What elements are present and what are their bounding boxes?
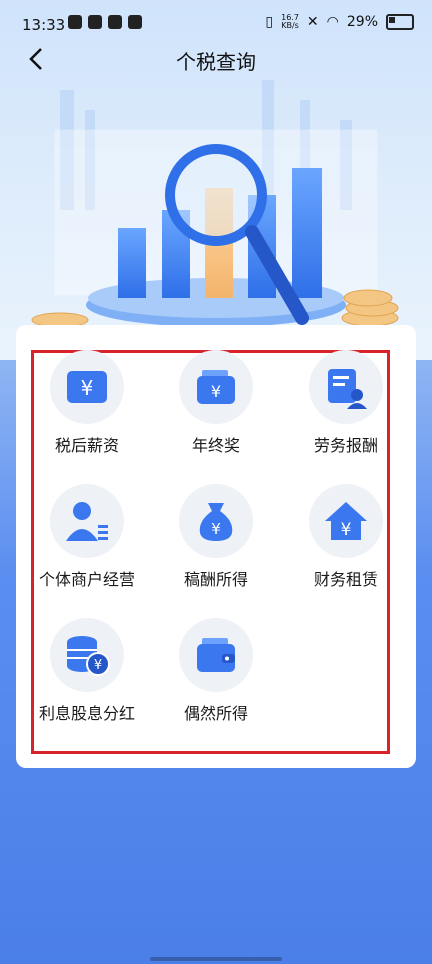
battery-icon: [386, 14, 414, 30]
app-notification-icon: [128, 15, 142, 29]
grid-item-author-remuneration[interactable]: ¥ 稿酬所得: [146, 484, 286, 590]
svg-text:¥: ¥: [94, 658, 102, 673]
net-speed: 16.7 KB/s: [281, 14, 299, 30]
person-business-icon: [66, 502, 108, 541]
status-bar: 13:33 ▯ 16.7 KB/s ✕ ◠ 29%: [0, 0, 432, 44]
grid-item-label: 年终奖: [191, 436, 240, 455]
grid-item-interest-dividend[interactable]: ¥ 利息股息分红: [17, 618, 157, 724]
home-indicator: [150, 957, 282, 961]
item-icon-circle: [179, 618, 253, 692]
grid-item-after-tax-salary[interactable]: ¥ 税后薪资: [17, 350, 157, 456]
vibrate-icon: ▯: [265, 14, 274, 30]
item-icon-circle: [50, 484, 124, 558]
money-bag-icon: ¥: [199, 503, 233, 541]
svg-text:¥: ¥: [211, 382, 221, 401]
battery-percent: 29%: [346, 14, 378, 30]
item-icon-circle: [309, 350, 383, 424]
grid-item-label: 偶然所得: [183, 704, 248, 723]
app-notification-icon: [88, 15, 102, 29]
grid-item-label: 个体商户经营: [38, 570, 135, 589]
status-time: 13:33: [22, 16, 66, 34]
grid-item-property-lease[interactable]: ¥ 财务租赁: [276, 484, 416, 590]
grid-item-incidental-income[interactable]: 偶然所得: [146, 618, 286, 724]
grid-item-label: 财务租赁: [313, 570, 378, 589]
worker-document-icon: [328, 369, 367, 409]
yen-briefcase-icon: ¥: [67, 371, 107, 403]
app-notification-icon: [68, 15, 82, 29]
grid-item-label: 劳务报酬: [313, 436, 378, 455]
house-yen-icon: ¥: [325, 502, 367, 540]
grid-item-individual-business[interactable]: 个体商户经营: [17, 484, 157, 590]
wifi-icon: ◠: [326, 14, 339, 30]
grid-item-label: 利息股息分红: [38, 704, 135, 723]
status-right: ▯ 16.7 KB/s ✕ ◠ 29%: [265, 14, 414, 30]
svg-text:¥: ¥: [341, 520, 352, 540]
item-icon-circle: ¥: [179, 350, 253, 424]
svg-text:¥: ¥: [81, 376, 94, 400]
notification-icons: [68, 15, 142, 29]
net-speed-unit: KB/s: [281, 21, 299, 30]
coin-stack-icon: ¥: [67, 636, 110, 676]
item-icon-circle: ¥: [50, 618, 124, 692]
grid-item-label: 税后薪资: [54, 436, 119, 455]
grid-item-labor-remuneration[interactable]: 劳务报酬: [276, 350, 416, 456]
item-icon-circle: ¥: [50, 350, 124, 424]
item-icon-circle: ¥: [309, 484, 383, 558]
svg-text:¥: ¥: [211, 520, 221, 538]
yen-wallet-icon: ¥: [197, 370, 235, 404]
item-icon-circle: ¥: [179, 484, 253, 558]
app-notification-icon: [108, 15, 122, 29]
grid-item-year-end-bonus[interactable]: ¥ 年终奖: [146, 350, 286, 456]
wallet-icon: [197, 638, 235, 672]
grid-item-label: 稿酬所得: [183, 570, 248, 589]
sim-icon: ✕: [306, 14, 319, 30]
page-title: 个税查询: [176, 50, 256, 74]
